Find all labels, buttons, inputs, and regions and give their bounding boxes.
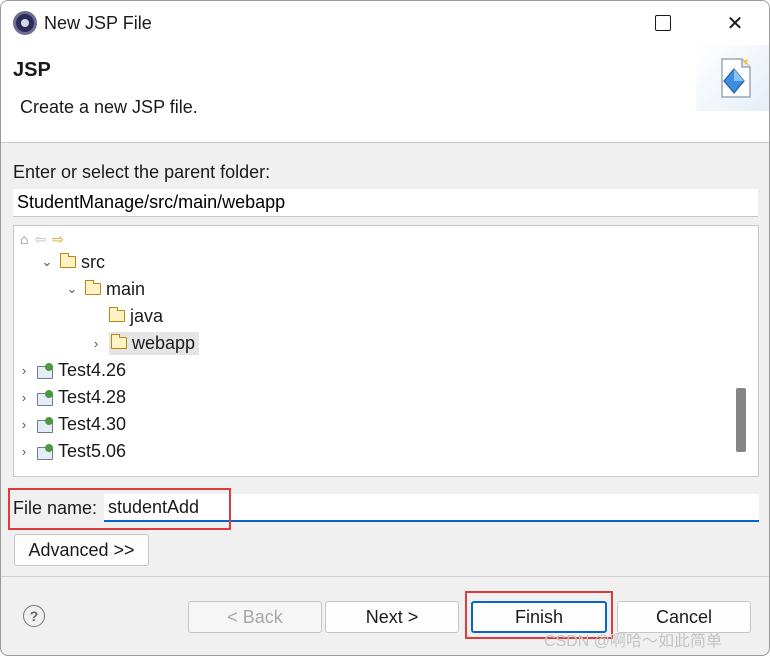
close-icon: ✕ [726,12,744,35]
chevron-right-icon[interactable]: › [17,417,31,432]
next-button[interactable]: Next > [325,601,459,633]
tree-item-label: webapp [132,332,196,353]
forward-arrow-icon[interactable]: ⇨ [52,231,64,248]
parent-folder-input[interactable] [13,189,758,217]
project-icon [37,389,54,406]
folder-icon [60,253,76,268]
selected-item: webapp [109,331,200,355]
chevron-right-icon[interactable]: › [17,363,31,378]
back-button[interactable]: < Back [188,601,322,633]
parent-folder-label: Enter or select the parent folder: [13,162,271,182]
tree-item-test506[interactable]: › Test5.06 [17,438,126,464]
wizard-title: JSP [13,59,51,81]
folder-icon [109,307,125,322]
tree-item-label: Test4.28 [58,386,127,407]
maximize-icon [655,15,671,31]
tree-item-test426[interactable]: › Test4.26 [17,357,126,383]
tree-toolbar: ⌂ ⇦ ⇨ [20,230,64,248]
project-icon [37,416,54,433]
chevron-down-icon[interactable]: ⌄ [65,281,79,297]
wizard-description: Create a new JSP file. [20,97,198,117]
folder-icon [111,334,127,349]
eclipse-icon [13,11,37,35]
close-button[interactable]: ✕ [711,1,759,45]
window-title: New JSP File [44,13,152,33]
back-arrow-icon[interactable]: ⇦ [34,231,46,248]
folder-tree[interactable]: ⌂ ⇦ ⇨ ⌄ src ⌄ main java › webapp › Test4… [13,225,759,477]
tree-item-test428[interactable]: › Test4.28 [17,384,126,410]
wizard-banner [696,45,769,111]
project-icon [37,443,54,460]
chevron-down-icon[interactable]: ⌄ [40,254,54,270]
dialog-window: New JSP File ✕ JSP Create a new JSP file… [0,0,770,656]
help-icon[interactable]: ? [23,605,45,627]
tree-item-label: Test5.06 [58,440,127,461]
tree-item-webapp[interactable]: › webapp [89,330,200,356]
tree-item-main[interactable]: ⌄ main [65,276,145,302]
chevron-right-icon[interactable]: › [17,390,31,405]
home-icon[interactable]: ⌂ [20,231,28,247]
wizard-header: JSP Create a new JSP file. [1,45,769,143]
chevron-right-icon[interactable]: › [17,444,31,459]
tree-item-test430[interactable]: › Test4.30 [17,411,126,437]
chevron-right-icon[interactable]: › [89,336,103,351]
tree-item-label: src [81,251,105,272]
tree-item-label: java [130,305,164,326]
tree-item-label: Test4.26 [58,359,127,380]
folder-icon [85,280,101,295]
footer-divider [1,576,769,577]
maximize-button[interactable] [639,1,687,45]
advanced-button[interactable]: Advanced >> [14,534,149,566]
highlight-box-file-name [8,488,231,530]
project-icon [37,362,54,379]
tree-item-java[interactable]: java [89,303,163,329]
tree-item-src[interactable]: ⌄ src [40,249,105,275]
title-bar: New JSP File ✕ [1,1,769,45]
watermark: CSDN @啊哈～如此简单 [544,633,723,650]
tree-item-label: Test4.30 [58,413,127,434]
tree-item-label: main [106,278,146,299]
tree-scrollbar-thumb[interactable] [736,388,746,452]
jsp-file-wizard-icon [721,58,751,98]
